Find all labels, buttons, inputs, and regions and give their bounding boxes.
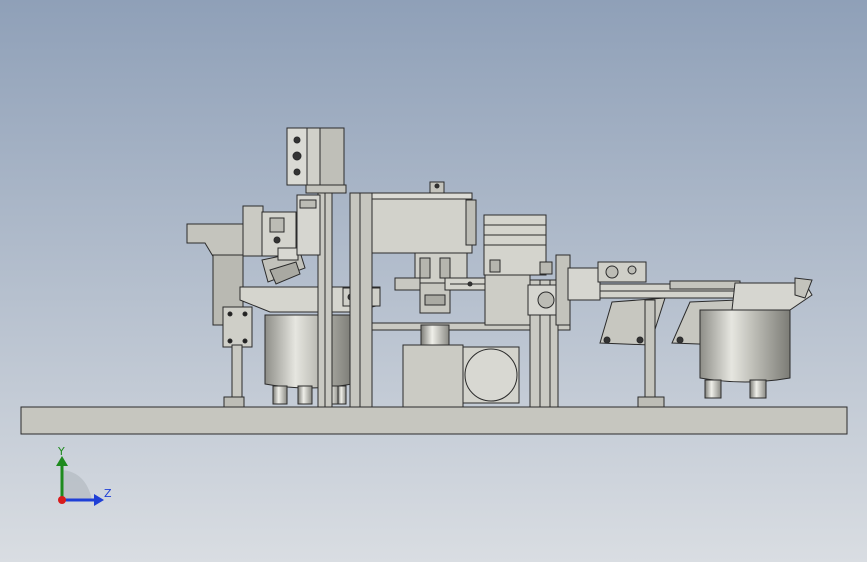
left-bowl-foot-2 [297,385,313,405]
right-bowl-cylinder [699,309,791,383]
motor-face [464,348,518,402]
triad-z-label: Z [104,487,112,500]
tower-column-right [349,192,373,408]
left-support-leg [231,344,243,401]
left-bowl-foot-4 [337,385,347,405]
triad-x-axis [58,496,66,504]
base-plate[interactable] [20,406,848,435]
left-bowl-foot-1 [272,385,288,405]
horizontal-beam[interactable] [371,181,477,254]
left-support-foot [223,396,245,408]
triad-y-label: Y [57,445,65,458]
drive-housing [402,344,464,408]
cad-graphics-viewport[interactable]: Y Z [0,0,867,562]
left-bowl-cylinder [264,314,353,389]
left-bracket-plate [222,306,253,348]
beam-main [371,192,473,254]
assembly-model-view[interactable]: Y Z [0,0,867,562]
